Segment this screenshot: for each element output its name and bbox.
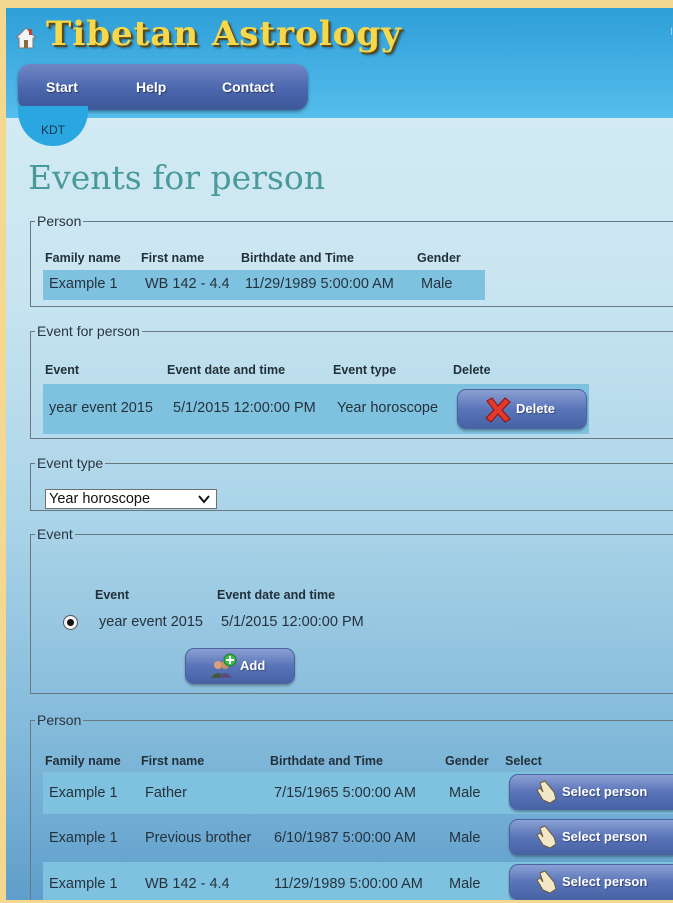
col-event-type: Event type xyxy=(333,363,397,377)
select-person-label: Select person xyxy=(562,874,648,889)
person-legend: Person xyxy=(37,213,82,229)
col-event-2: Event xyxy=(95,588,130,602)
col-birthdate: Birthdate and Time xyxy=(241,251,354,265)
row-birthdate: 7/15/1965 5:00:00 AM xyxy=(274,785,416,801)
event-type-select[interactable]: Year horoscope xyxy=(45,489,217,509)
radio-dot xyxy=(67,619,74,626)
row-family-name: Example 1 xyxy=(49,876,118,892)
event-type-legend: Event type xyxy=(37,455,104,471)
col-family-name: Family name xyxy=(45,251,121,265)
row-family-name: Example 1 xyxy=(49,785,118,801)
app-title: Tibetan Astrology xyxy=(46,14,402,54)
row-first-name: Previous brother xyxy=(145,830,252,846)
event-type-fieldset: Event type Year horoscope xyxy=(30,455,673,511)
event-date: 5/1/2015 12:00:00 PM xyxy=(173,400,316,416)
event-option-name: year event 2015 xyxy=(99,614,203,630)
delete-x-icon xyxy=(485,397,511,423)
add-button-label: Add xyxy=(240,658,266,673)
nav-help[interactable]: Help xyxy=(136,79,166,95)
row-family-name: Example 1 xyxy=(49,830,118,846)
page-title: Events for person xyxy=(28,158,326,197)
header-bar: Tibetan Astrology I Start Help Contact xyxy=(6,8,673,118)
row-first-name: WB 142 - 4.4 xyxy=(145,876,230,892)
event-type-selected: Year horoscope xyxy=(49,491,151,507)
col-gender: Gender xyxy=(417,251,461,265)
col-birthdate-2: Birthdate and Time xyxy=(270,754,383,768)
delete-button[interactable]: Delete xyxy=(457,389,587,429)
kdt-badge[interactable]: KDT xyxy=(18,106,88,146)
col-first-name: First name xyxy=(141,251,205,265)
col-gender-2: Gender xyxy=(445,754,489,768)
event-for-person-legend: Event for person xyxy=(37,323,140,339)
row-gender: Male xyxy=(449,876,481,892)
select-person-label: Select person xyxy=(562,784,648,799)
hand-pointer-icon xyxy=(536,825,557,849)
main-nav: Start Help Contact xyxy=(18,64,308,110)
col-delete: Delete xyxy=(453,363,491,377)
persons-list-legend: Person xyxy=(37,712,82,728)
event-type-value: Year horoscope xyxy=(337,400,439,416)
row-first-name: Father xyxy=(145,785,187,801)
event-fieldset: Event Event Event date and time year eve… xyxy=(30,526,673,694)
hand-pointer-icon xyxy=(536,870,557,894)
person-family-name: Example 1 xyxy=(49,276,118,292)
select-person-button[interactable]: Select person xyxy=(509,774,673,810)
app-frame: Tibetan Astrology I Start Help Contact K… xyxy=(6,8,673,900)
home-icon[interactable] xyxy=(14,26,38,50)
hand-pointer-icon xyxy=(536,780,557,804)
select-person-button[interactable]: Select person xyxy=(509,819,673,855)
event-radio[interactable] xyxy=(63,615,78,630)
select-person-button[interactable]: Select person xyxy=(509,864,673,900)
col-select: Select xyxy=(505,754,542,768)
event-legend: Event xyxy=(37,526,73,542)
person-birthdate: 11/29/1989 5:00:00 AM xyxy=(245,276,394,292)
row-gender: Male xyxy=(449,830,481,846)
event-name: year event 2015 xyxy=(49,400,153,416)
person-fieldset: Person Family name First name Birthdate … xyxy=(30,213,673,307)
col-event-date: Event date and time xyxy=(167,363,286,377)
event-option-date: 5/1/2015 12:00:00 PM xyxy=(221,614,364,630)
person-first-name: WB 142 - 4.4 xyxy=(145,276,230,292)
add-user-icon xyxy=(211,653,237,678)
col-event-date-2: Event date and time xyxy=(217,588,336,602)
col-family-name-2: Family name xyxy=(45,754,121,768)
row-birthdate: 6/10/1987 5:00:00 AM xyxy=(274,830,416,846)
delete-button-label: Delete xyxy=(516,401,556,416)
event-for-person-fieldset: Event for person Event Event date and ti… xyxy=(30,323,673,439)
nav-contact[interactable]: Contact xyxy=(222,79,274,95)
persons-list-fieldset: Person Family name First name Birthdate … xyxy=(30,712,673,900)
add-button[interactable]: Add xyxy=(185,648,295,684)
chevron-down-icon xyxy=(198,495,210,504)
select-person-label: Select person xyxy=(562,829,648,844)
col-first-name-2: First name xyxy=(141,754,205,768)
row-gender: Male xyxy=(449,785,481,801)
col-event: Event xyxy=(45,363,80,377)
person-gender: Male xyxy=(421,276,453,292)
nav-start[interactable]: Start xyxy=(46,79,78,95)
row-birthdate: 11/29/1989 5:00:00 AM xyxy=(274,876,423,892)
